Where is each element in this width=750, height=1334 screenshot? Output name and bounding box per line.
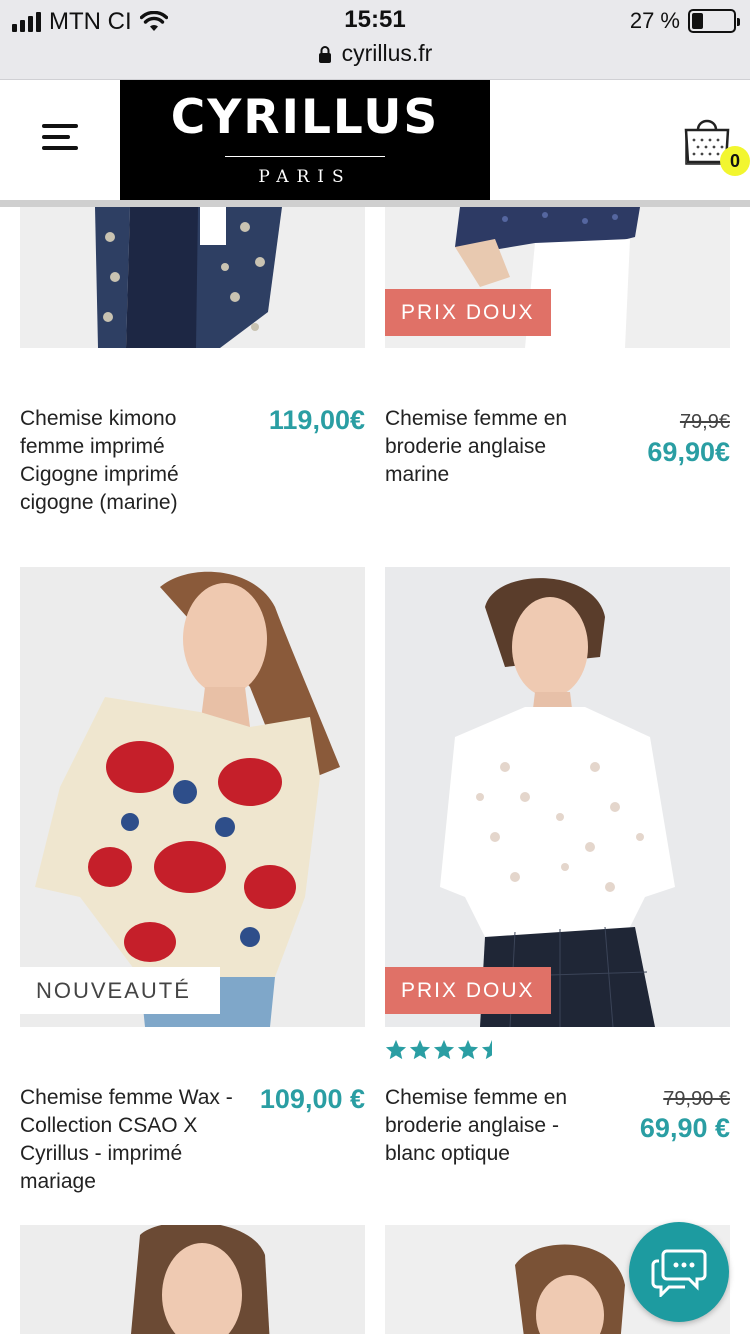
- hamburger-icon[interactable]: [42, 124, 78, 150]
- product-card[interactable]: PRIX DOUX Chemise femme en broderie angl…: [385, 207, 730, 527]
- product-grid: Chemise kimono femme imprimé Cigogne imp…: [0, 207, 750, 1334]
- product-price: 109,00 €: [259, 1084, 365, 1114]
- product-image[interactable]: [20, 1225, 365, 1334]
- product-image[interactable]: [20, 207, 365, 348]
- product-image[interactable]: NOUVEAUTÉ: [20, 567, 365, 1027]
- rating-stars: [385, 1039, 503, 1061]
- battery-percent: 27 %: [629, 8, 680, 33]
- new-badge: NOUVEAUTÉ: [20, 967, 220, 1014]
- product-price: 69,90€: [647, 437, 730, 467]
- site-header: CYRILLUS PARIS 0: [0, 80, 750, 200]
- battery-level: [692, 13, 703, 29]
- product-card[interactable]: [20, 1225, 365, 1334]
- product-title[interactable]: Chemise femme en broderie anglaise - bla…: [385, 1084, 600, 1168]
- product-price: 119,00€: [268, 405, 365, 435]
- product-title[interactable]: Chemise femme en broderie anglaise marin…: [385, 405, 600, 489]
- product-image[interactable]: PRIX DOUX: [385, 207, 730, 348]
- lock-icon: [318, 45, 331, 63]
- star-icon: [409, 1039, 431, 1060]
- chat-button[interactable]: [629, 1222, 729, 1322]
- product-card[interactable]: NOUVEAUTÉ Chemise femme Wax - Collection…: [20, 567, 365, 1207]
- url-text: cyrillus.fr: [341, 40, 433, 66]
- brand-name: CYRILLUS: [170, 90, 440, 145]
- product-image[interactable]: PRIX DOUX: [385, 567, 730, 1027]
- star-icon: [433, 1039, 455, 1060]
- brand-subtitle: PARIS: [258, 167, 352, 187]
- star-icon: [481, 1039, 492, 1060]
- cart-count-badge[interactable]: 0: [720, 146, 750, 176]
- prix-doux-badge: PRIX DOUX: [385, 289, 551, 336]
- star-icon: [457, 1039, 479, 1060]
- product-card[interactable]: PRIX DOUX Chemise femme en broderie angl…: [385, 567, 730, 1207]
- prix-doux-badge: PRIX DOUX: [385, 967, 551, 1014]
- battery-icon: [688, 9, 740, 33]
- battery-group: 27 %: [629, 8, 740, 34]
- header-divider: [0, 200, 750, 207]
- chat-bubble-icon: [651, 1249, 707, 1297]
- ios-status-bar: MTN CI 15:51 cyrillus.fr 27 %: [0, 0, 750, 80]
- product-title[interactable]: Chemise kimono femme imprimé Cigogne imp…: [20, 405, 235, 517]
- old-price: 79,9€: [679, 411, 730, 433]
- address-bar[interactable]: cyrillus.fr: [0, 40, 750, 67]
- product-price: 69,90 €: [639, 1113, 730, 1143]
- product-card[interactable]: Chemise kimono femme imprimé Cigogne imp…: [20, 207, 365, 527]
- star-icon: [385, 1039, 407, 1060]
- logo-divider: [225, 156, 385, 157]
- product-title[interactable]: Chemise femme Wax - Collection CSAO X Cy…: [20, 1084, 235, 1196]
- brand-logo[interactable]: CYRILLUS PARIS: [120, 80, 490, 200]
- old-price: 79,90 €: [663, 1088, 730, 1110]
